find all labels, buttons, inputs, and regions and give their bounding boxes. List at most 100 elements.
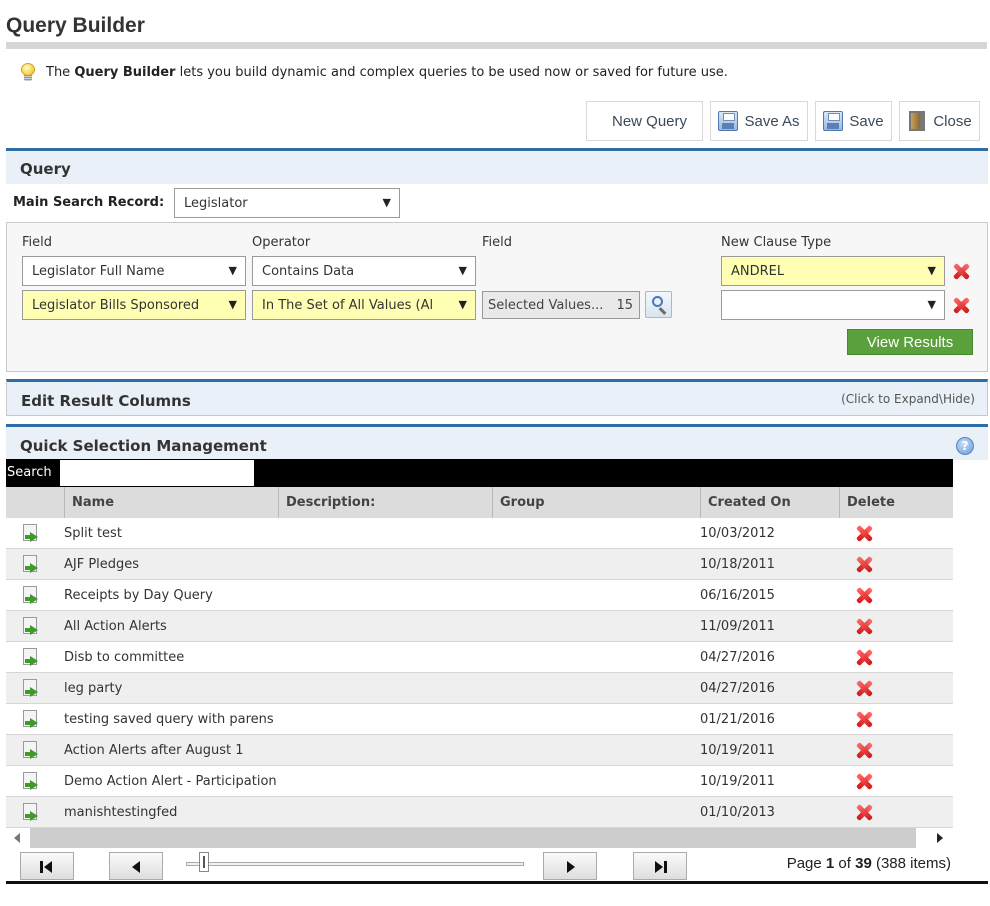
open-query-icon[interactable]	[23, 803, 41, 823]
clause-2-type-select[interactable]: ▼	[721, 290, 945, 320]
table-row[interactable]: AJF Pledges 10/18/2011	[6, 549, 953, 580]
quick-selection-heading: Quick Selection Management	[20, 437, 267, 455]
open-query-icon[interactable]	[23, 524, 41, 544]
previous-page-button[interactable]	[109, 852, 163, 880]
grid-search-bar: Search	[6, 459, 953, 487]
dropdown-arrow-icon: ▼	[382, 196, 391, 209]
clause-1-operator-value: Contains Data	[262, 263, 355, 279]
clause-1-type-select[interactable]: ANDREL ▼	[721, 256, 945, 286]
grid-search-input[interactable]	[60, 460, 254, 486]
query-name: Receipts by Day Query	[64, 588, 213, 603]
table-row[interactable]: Receipts by Day Query 06/16/2015	[6, 580, 953, 611]
delete-row-icon[interactable]	[854, 647, 874, 667]
open-query-icon[interactable]	[23, 741, 41, 761]
next-page-button[interactable]	[543, 852, 597, 880]
dropdown-arrow-icon: ▼	[228, 298, 237, 311]
last-page-button[interactable]	[633, 852, 687, 880]
previous-page-icon	[132, 861, 140, 873]
edit-result-columns-header[interactable]: Edit Result Columns (Click to Expand\Hid…	[6, 379, 988, 416]
search-values-button[interactable]	[645, 291, 672, 318]
created-on-date: 10/03/2012	[700, 526, 775, 541]
query-name: manishtestingfed	[64, 805, 178, 820]
clause-2-operator-select[interactable]: In The Set of All Values (Al ▼	[252, 290, 476, 320]
delete-row-icon[interactable]	[854, 554, 874, 574]
table-row[interactable]: Split test 10/03/2012	[6, 518, 953, 549]
clause-1-field-value: Legislator Full Name	[32, 263, 165, 279]
column-header-name[interactable]: Name	[64, 487, 278, 518]
query-name: Split test	[64, 526, 122, 541]
delete-row-icon[interactable]	[854, 678, 874, 698]
delete-row-icon[interactable]	[854, 740, 874, 760]
open-query-icon[interactable]	[23, 586, 41, 606]
page-slider[interactable]	[186, 852, 524, 872]
horizontal-scrollbar[interactable]	[6, 828, 953, 848]
close-button[interactable]: Close	[899, 101, 980, 141]
delete-row-icon[interactable]	[854, 771, 874, 791]
help-icon[interactable]: ?	[956, 437, 974, 455]
created-on-date: 01/10/2013	[700, 805, 775, 820]
save-as-label: Save As	[744, 112, 800, 130]
table-row[interactable]: leg party 04/27/2016	[6, 673, 953, 704]
new-query-button[interactable]: New Query	[586, 101, 703, 141]
current-page: 1	[825, 855, 835, 872]
created-on-date: 11/09/2011	[700, 619, 775, 634]
clause-2-field-value: Legislator Bills Sponsored	[32, 297, 200, 313]
column-header-delete[interactable]: Delete	[839, 487, 953, 518]
save-as-button[interactable]: Save As	[710, 101, 808, 141]
first-page-icon	[40, 861, 43, 873]
column-header-group[interactable]: Group	[492, 487, 700, 518]
expand-hide-toggle[interactable]: (Click to Expand\Hide)	[841, 392, 975, 406]
table-row[interactable]: manishtestingfed 01/10/2013	[6, 797, 953, 828]
open-query-icon[interactable]	[23, 679, 41, 699]
table-row[interactable]: testing saved query with parens 01/21/201…	[6, 704, 953, 735]
edit-result-columns-heading: Edit Result Columns	[21, 392, 191, 410]
column-header-description[interactable]: Description:	[278, 487, 492, 518]
selected-values-count: 15	[616, 297, 633, 313]
view-results-button[interactable]: View Results	[847, 329, 973, 355]
delete-row-icon[interactable]	[854, 709, 874, 729]
table-row[interactable]: All Action Alerts 11/09/2011	[6, 611, 953, 642]
remove-clause-2-icon[interactable]	[951, 295, 971, 315]
selected-values-field[interactable]: Selected Values... 15	[482, 291, 640, 319]
first-page-button[interactable]	[20, 852, 74, 880]
scroll-right-icon[interactable]	[937, 833, 943, 843]
column-header-created-on[interactable]: Created On	[700, 487, 839, 518]
created-on-date: 06/16/2015	[700, 588, 775, 603]
clause-2-operator-value: In The Set of All Values (Al	[262, 297, 434, 313]
scrollbar-track[interactable]	[30, 828, 916, 848]
created-on-date: 10/19/2011	[700, 774, 775, 789]
magnifier-icon	[652, 296, 663, 307]
table-row[interactable]: Disb to committee 04/27/2016	[6, 642, 953, 673]
open-query-icon[interactable]	[23, 772, 41, 792]
open-query-icon[interactable]	[23, 648, 41, 668]
icon-column-header	[6, 487, 64, 518]
grid-header: Name Description: Group Created On Delet…	[6, 487, 953, 518]
selected-values-label: Selected Values...	[488, 297, 604, 313]
value-field-column-header: Field	[482, 235, 513, 250]
dropdown-arrow-icon: ▼	[927, 264, 936, 277]
scroll-left-icon[interactable]	[14, 833, 20, 843]
query-name: Disb to committee	[64, 650, 185, 665]
delete-row-icon[interactable]	[854, 616, 874, 636]
main-search-record-select[interactable]: Legislator ▼	[174, 188, 400, 218]
clause-1-field-select[interactable]: Legislator Full Name ▼	[22, 256, 246, 286]
query-name: All Action Alerts	[64, 619, 167, 634]
query-name: Action Alerts after August 1	[64, 743, 244, 758]
clause-2-field-select[interactable]: Legislator Bills Sponsored ▼	[22, 290, 246, 320]
save-button[interactable]: Save	[815, 101, 892, 141]
delete-row-icon[interactable]	[854, 585, 874, 605]
table-row[interactable]: Action Alerts after August 1 10/19/2011	[6, 735, 953, 766]
open-query-icon[interactable]	[23, 555, 41, 575]
table-row[interactable]: Demo Action Alert - Participation 10/19/2…	[6, 766, 953, 797]
operator-column-header: Operator	[252, 235, 311, 250]
open-query-icon[interactable]	[23, 710, 41, 730]
delete-row-icon[interactable]	[854, 802, 874, 822]
intro-suffix: lets you build dynamic and complex queri…	[179, 64, 728, 80]
delete-row-icon[interactable]	[854, 523, 874, 543]
open-query-icon[interactable]	[23, 617, 41, 637]
main-search-label: Main Search Record:	[13, 195, 165, 210]
page-slider-thumb[interactable]	[199, 852, 209, 872]
remove-clause-1-icon[interactable]	[951, 261, 971, 281]
clause-1-operator-select[interactable]: Contains Data ▼	[252, 256, 476, 286]
page-word: Page	[786, 855, 822, 872]
